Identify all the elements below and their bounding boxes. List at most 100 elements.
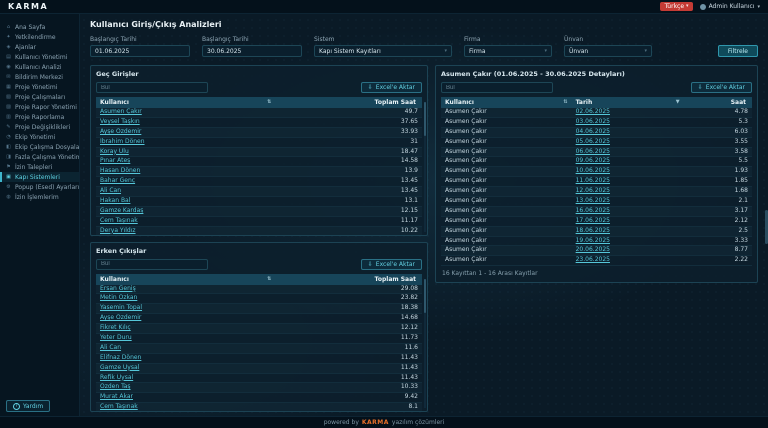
sidebar-item[interactable]: ▣ Kapı Sistemleri <box>0 172 79 182</box>
filter-button[interactable]: Filtrele <box>718 45 758 57</box>
date-link[interactable]: 23.06.2025 <box>572 256 684 266</box>
sidebar-item-label: Proje Rapor Yönetimi <box>15 104 77 111</box>
company-select[interactable]: Firma ▾ <box>464 45 552 57</box>
export-label: Excel'e Aktar <box>706 84 745 91</box>
user-link[interactable]: İbrahim Dönen <box>96 137 275 147</box>
search-input[interactable] <box>96 82 208 93</box>
date-link[interactable]: 09.06.2025 <box>572 157 684 167</box>
user-link[interactable]: Cem Taşınak <box>96 403 275 412</box>
panel-scrollbar[interactable] <box>424 102 426 232</box>
user-link[interactable]: Gamze Kardaş <box>96 206 275 216</box>
user-link[interactable]: Yasemin Topal <box>96 304 275 314</box>
column-header[interactable]: Saat <box>684 97 752 108</box>
user-link[interactable]: Derya Yıldız <box>96 226 275 235</box>
date-link[interactable]: 13.06.2025 <box>572 197 684 207</box>
date-link[interactable]: 19.06.2025 <box>572 236 684 246</box>
sidebar-item[interactable]: ◧ Ekip Çalışma Dosyaları <box>0 142 79 152</box>
column-header[interactable]: Toplam Saat <box>275 97 422 108</box>
panel-scrollbar[interactable] <box>424 279 426 409</box>
end-date-input[interactable] <box>202 45 302 57</box>
date-link[interactable]: 04.06.2025 <box>572 127 684 137</box>
export-excel-button[interactable]: ⇩ Excel'e Aktar <box>361 259 422 270</box>
scrollbar-thumb[interactable] <box>424 279 426 313</box>
title-select[interactable]: Ünvan ▾ <box>564 45 652 57</box>
table-row: Yeter Duru 11.73 <box>96 333 422 343</box>
sidebar-item[interactable]: ⌂ Ana Sayfa <box>0 22 79 32</box>
user-link[interactable]: Ersan Geniş <box>96 285 275 294</box>
sidebar-item-icon: ◔ <box>5 134 12 140</box>
sidebar-item[interactable]: ✎ Proje Değişiklikleri <box>0 122 79 132</box>
user-link[interactable]: Ayşe Özdemir <box>96 127 275 137</box>
user-link[interactable]: Metin Özkan <box>96 294 275 304</box>
window-scrollbar[interactable] <box>764 14 768 416</box>
sidebar-item-label: Proje Değişiklikleri <box>15 124 70 131</box>
user-link[interactable]: Refik Uysal <box>96 373 275 383</box>
sidebar-item[interactable]: ◉ Kullanıcı Analizi <box>0 62 79 72</box>
sidebar-item[interactable]: ⚑ İzin Talepleri <box>0 162 79 172</box>
user-link[interactable]: Ali Can <box>96 343 275 353</box>
user-link[interactable]: Koray Ulu <box>96 147 275 157</box>
date-link[interactable]: 02.06.2025 <box>572 108 684 117</box>
user-link[interactable]: Elifnaz Dönen <box>96 353 275 363</box>
user-link[interactable]: Veysel Taşkın <box>96 117 275 127</box>
user-name-cell: Asumen Çakır <box>441 127 572 137</box>
sidebar-item[interactable]: ▨ Proje Rapor Yönetimi <box>0 102 79 112</box>
user-link[interactable]: Ali Can <box>96 187 275 197</box>
search-input[interactable] <box>96 259 208 270</box>
export-excel-button[interactable]: ⇩ Excel'e Aktar <box>691 82 752 93</box>
date-link[interactable]: 12.06.2025 <box>572 187 684 197</box>
sidebar-item[interactable]: ◨ Fazla Çalışma Yönetimi <box>0 152 79 162</box>
column-header[interactable]: Kullanıcı⇅ <box>96 97 275 108</box>
company-select-value: Firma <box>469 48 486 55</box>
end-date-field: Başlangıç Tarihi <box>202 36 302 57</box>
total-hours-value: 12.15 <box>275 206 422 216</box>
start-date-input[interactable] <box>90 45 190 57</box>
date-link[interactable]: 17.06.2025 <box>572 216 684 226</box>
user-link[interactable]: Bahar Genç <box>96 177 275 187</box>
date-link[interactable]: 20.06.2025 <box>572 246 684 256</box>
date-link[interactable]: 18.06.2025 <box>572 226 684 236</box>
sidebar-item[interactable]: ▥ Proje Raporlama <box>0 112 79 122</box>
sidebar-item[interactable]: ▦ Proje Yönetimi <box>0 82 79 92</box>
date-link[interactable]: 03.06.2025 <box>572 117 684 127</box>
sidebar-item[interactable]: ✉ Bildirim Merkezi <box>0 72 79 82</box>
user-link[interactable]: Cem Taşınak <box>96 216 275 226</box>
date-link[interactable]: 16.06.2025 <box>572 206 684 216</box>
table-row: Veysel Taşkın 37.65 <box>96 117 422 127</box>
sidebar-item[interactable]: ◈ Ajanlar <box>0 42 79 52</box>
sidebar-item[interactable]: ⚙ Popup (Esed) Ayarları <box>0 182 79 192</box>
search-input[interactable] <box>441 82 553 93</box>
column-header[interactable]: Tarih▼ <box>572 97 684 108</box>
question-icon: ? <box>13 403 20 410</box>
sidebar-item[interactable]: ▧ Proje Çalışmaları <box>0 92 79 102</box>
help-button[interactable]: ? Yardım <box>6 400 50 412</box>
user-link[interactable]: Ayşe Özdemir <box>96 314 275 324</box>
user-link[interactable]: Hasan Dönen <box>96 167 275 177</box>
sidebar-item[interactable]: ◍ İzin İşlemlerim <box>0 192 79 202</box>
column-header[interactable]: Kullanıcı⇅ <box>441 97 572 108</box>
sidebar-item[interactable]: ✦ Yetkilendirme <box>0 32 79 42</box>
table-row: Asumen Çakır 10.06.2025 1.93 <box>441 167 752 177</box>
user-link[interactable]: Asumen Çakır <box>96 108 275 117</box>
column-header[interactable]: Toplam Saat <box>275 274 422 285</box>
scrollbar-thumb[interactable] <box>424 102 426 136</box>
sidebar-item[interactable]: ▤ Kullanıcı Yönetimi <box>0 52 79 62</box>
user-menu[interactable]: Admin Kullanıcı ▾ <box>700 3 760 10</box>
user-link[interactable]: Fikret Kılıç <box>96 324 275 334</box>
user-link[interactable]: Hakan Bal <box>96 197 275 207</box>
date-link[interactable]: 05.06.2025 <box>572 137 684 147</box>
user-link[interactable]: Pınar Ateş <box>96 157 275 167</box>
column-header[interactable]: Kullanıcı⇅ <box>96 274 275 285</box>
export-excel-button[interactable]: ⇩ Excel'e Aktar <box>361 82 422 93</box>
user-link[interactable]: Murat Akar <box>96 393 275 403</box>
sidebar-item[interactable]: ◔ Ekip Yönetimi <box>0 132 79 142</box>
date-link[interactable]: 10.06.2025 <box>572 167 684 177</box>
app-window: KARMA Türkçe ▾ Admin Kullanıcı ▾ ⌂ Ana S… <box>0 0 768 428</box>
user-link[interactable]: Özden Taş <box>96 383 275 393</box>
user-link[interactable]: Gamze Uysal <box>96 363 275 373</box>
system-select[interactable]: Kapı Sistem Kayıtları ▾ <box>314 45 452 57</box>
date-link[interactable]: 06.06.2025 <box>572 147 684 157</box>
language-selector[interactable]: Türkçe ▾ <box>660 2 692 11</box>
date-link[interactable]: 11.06.2025 <box>572 177 684 187</box>
user-link[interactable]: Yeter Duru <box>96 333 275 343</box>
